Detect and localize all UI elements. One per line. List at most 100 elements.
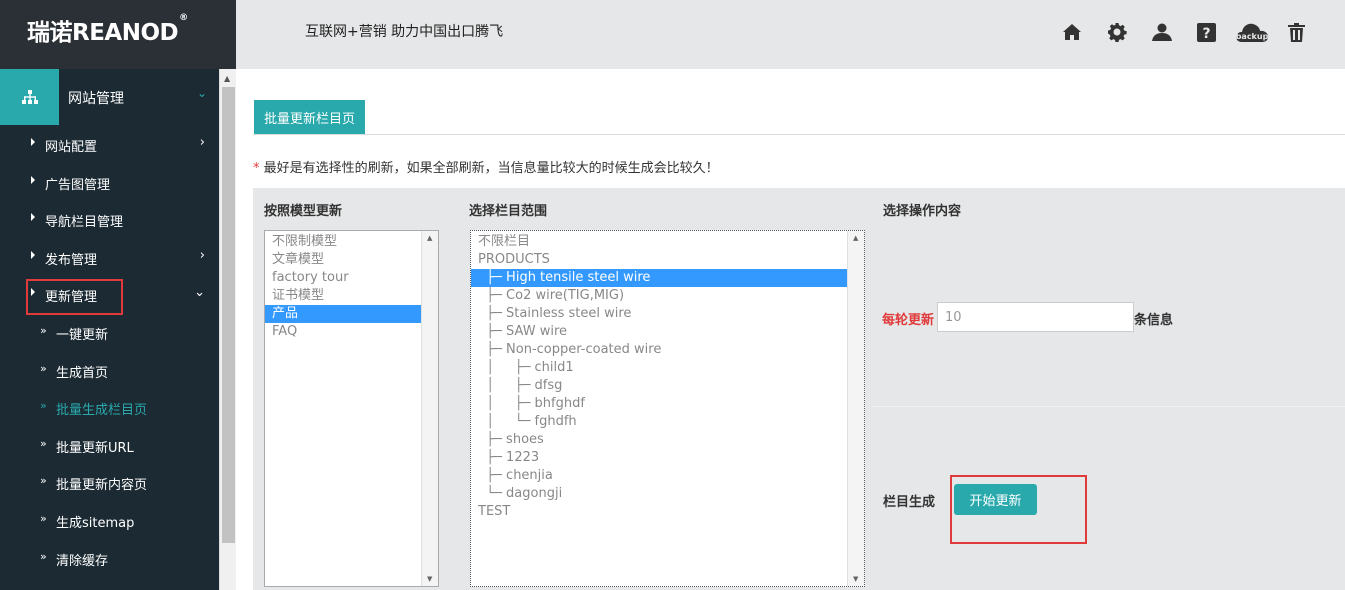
chevron-right-icon: › bbox=[199, 135, 205, 150]
category-generate-label: 栏目生成 bbox=[883, 495, 936, 510]
sidebar-subitem-label: 批量更新URL bbox=[56, 440, 134, 456]
double-arrow-icon: » bbox=[40, 511, 47, 525]
main-content: 批量更新栏目页 * 最好是有选择性的刷新，如果全部刷新，当信息量比较大的时候生成… bbox=[236, 69, 1345, 590]
scroll-down-arrow-icon[interactable]: ▼ bbox=[853, 575, 858, 583]
sidebar-subitem-batch-generate-category[interactable]: » 批量生成栏目页 bbox=[0, 388, 219, 426]
model-option[interactable]: 文章模型 bbox=[265, 251, 438, 269]
double-arrow-icon: » bbox=[40, 323, 47, 337]
category-option[interactable]: │ ├─ bhfghdf bbox=[471, 395, 864, 413]
slogan: 互联网+营销 助力中国出口腾飞 bbox=[305, 24, 504, 40]
caret-right-icon bbox=[31, 213, 35, 222]
sidebar-item-nav-management[interactable]: 导航栏目管理 bbox=[0, 200, 219, 238]
top-bar: 瑞诺REANOD® 互联网+营销 助力中国出口腾飞 ? backup bbox=[0, 0, 1345, 69]
scroll-up-arrow-icon[interactable]: ▲ bbox=[224, 74, 230, 83]
double-arrow-icon: » bbox=[40, 474, 47, 488]
category-select-list[interactable]: 不限栏目 PRODUCTS ├─ High tensile steel wire … bbox=[470, 230, 865, 587]
model-option[interactable]: FAQ bbox=[265, 323, 438, 341]
top-icon-bar: ? backup bbox=[1049, 18, 1319, 46]
category-option[interactable]: ├─ 1223 bbox=[471, 449, 864, 467]
model-select-list[interactable]: 不限制模型 文章模型 factory tour 证书模型 产品 FAQ ▲ ▼ bbox=[264, 230, 439, 587]
svg-text:?: ? bbox=[1202, 26, 1210, 42]
column-header-model: 按照模型更新 bbox=[264, 204, 343, 219]
scrollbar-thumb[interactable] bbox=[222, 87, 235, 543]
caret-right-icon bbox=[31, 138, 35, 146]
sidebar-item-publish-management[interactable]: 发布管理 › bbox=[0, 238, 219, 276]
category-option[interactable]: ├─ Stainless steel wire bbox=[471, 305, 864, 323]
category-option[interactable]: PRODUCTS bbox=[471, 251, 864, 269]
category-option[interactable]: ├─ High tensile steel wire bbox=[471, 269, 864, 287]
double-arrow-icon: » bbox=[40, 549, 47, 563]
category-option[interactable]: ├─ Non-copper-coated wire bbox=[471, 341, 864, 359]
chevron-right-icon: › bbox=[199, 247, 205, 263]
operation-divider bbox=[873, 406, 1345, 407]
double-arrow-icon: » bbox=[40, 436, 47, 450]
per-round-suffix: 条信息 bbox=[1134, 313, 1174, 328]
caret-right-icon bbox=[31, 175, 35, 184]
sidebar-subitem-clear-cache[interactable]: » 清除缓存 bbox=[0, 539, 219, 577]
required-star: * bbox=[253, 161, 260, 176]
sidebar-subitem-label: 清除缓存 bbox=[56, 553, 109, 569]
column-header-operation: 选择操作内容 bbox=[883, 204, 962, 219]
sidebar-subitem-generate-homepage[interactable]: » 生成首页 bbox=[0, 351, 219, 389]
help-icon[interactable]: ? bbox=[1184, 18, 1229, 46]
sidebar-item-banner-management[interactable]: 广告图管理 bbox=[0, 163, 219, 201]
notice-message: 最好是有选择性的刷新，如果全部刷新，当信息量比较大的时候生成会比较久！ bbox=[263, 161, 719, 176]
sidebar-subitem-label: 生成sitemap bbox=[56, 515, 135, 531]
model-option[interactable]: factory tour bbox=[265, 269, 438, 287]
backup-label: backup bbox=[1235, 32, 1268, 41]
sidebar-header-website-management[interactable]: 网站管理 ⌄ bbox=[0, 69, 219, 125]
logo-text: 瑞诺REANOD bbox=[27, 20, 179, 46]
sidebar-scrollbar[interactable]: ▲ bbox=[219, 69, 236, 590]
sidebar-subitem-batch-update-url[interactable]: » 批量更新URL bbox=[0, 426, 219, 464]
scroll-up-arrow-icon[interactable]: ▲ bbox=[853, 234, 858, 242]
category-option[interactable]: │ ├─ dfsg bbox=[471, 377, 864, 395]
tab-divider bbox=[253, 134, 1345, 135]
model-option[interactable]: 证书模型 bbox=[265, 287, 438, 305]
category-option[interactable]: │ └─ fghdfh bbox=[471, 413, 864, 431]
category-list-scrollbar[interactable]: ▲ ▼ bbox=[847, 231, 864, 586]
highlight-box-start-button bbox=[950, 475, 1087, 544]
column-header-category-range: 选择栏目范围 bbox=[469, 204, 548, 219]
sidebar-item-label: 广告图管理 bbox=[45, 177, 111, 193]
home-icon[interactable] bbox=[1049, 18, 1094, 46]
model-option[interactable]: 不限制模型 bbox=[265, 233, 438, 251]
sidebar-item-label: 发布管理 bbox=[45, 252, 98, 268]
sidebar: 网站管理 ⌄ 网站配置 › 广告图管理 导航栏目管理 发布管理 › 更新管理 ⌄… bbox=[0, 69, 219, 590]
category-option[interactable]: └─ dagongji bbox=[471, 485, 864, 503]
sidebar-item-site-config[interactable]: 网站配置 › bbox=[0, 125, 219, 163]
tab-batch-update-category[interactable]: 批量更新栏目页 bbox=[254, 100, 365, 135]
sidebar-subitem-label: 批量更新内容页 bbox=[56, 478, 148, 494]
category-option[interactable]: ├─ Co2 wire(TIG,MIG) bbox=[471, 287, 864, 305]
sidebar-item-label: 导航栏目管理 bbox=[45, 215, 124, 231]
registered-mark: ® bbox=[179, 13, 188, 24]
sidebar-subitem-label: 一键更新 bbox=[56, 327, 109, 343]
double-arrow-icon: » bbox=[40, 399, 47, 413]
category-option[interactable]: TEST bbox=[471, 503, 864, 521]
logo[interactable]: 瑞诺REANOD® bbox=[27, 13, 188, 47]
scroll-up-arrow-icon[interactable]: ▲ bbox=[427, 234, 432, 242]
scroll-down-arrow-icon[interactable]: ▼ bbox=[427, 575, 432, 583]
backup-cloud-icon[interactable]: backup bbox=[1229, 18, 1274, 46]
category-option[interactable]: 不限栏目 bbox=[471, 233, 864, 251]
sidebar-subitem-generate-sitemap[interactable]: » 生成sitemap bbox=[0, 501, 219, 539]
per-round-input[interactable] bbox=[937, 302, 1134, 332]
category-option[interactable]: ├─ shoes bbox=[471, 431, 864, 449]
sidebar-subitem-one-click-update[interactable]: » 一键更新 bbox=[0, 313, 219, 351]
category-option[interactable]: ├─ chenjia bbox=[471, 467, 864, 485]
trash-icon[interactable] bbox=[1274, 18, 1319, 46]
notice-text: * 最好是有选择性的刷新，如果全部刷新，当信息量比较大的时候生成会比较久！ bbox=[253, 157, 719, 176]
sidebar-subitem-label: 批量生成栏目页 bbox=[56, 403, 148, 419]
per-round-label: 每轮更新 bbox=[882, 313, 935, 328]
update-panel: 按照模型更新 选择栏目范围 选择操作内容 不限制模型 文章模型 factory to… bbox=[253, 188, 1345, 590]
chevron-down-icon: ⌄ bbox=[196, 86, 207, 100]
user-icon[interactable] bbox=[1139, 18, 1184, 46]
sidebar-subitem-batch-update-content[interactable]: » 批量更新内容页 bbox=[0, 463, 219, 501]
chevron-down-icon: ⌄ bbox=[194, 285, 205, 301]
gear-icon[interactable] bbox=[1094, 18, 1139, 46]
category-option[interactable]: ├─ SAW wire bbox=[471, 323, 864, 341]
category-option[interactable]: │ ├─ child1 bbox=[471, 359, 864, 377]
model-option[interactable]: 产品 bbox=[265, 305, 438, 323]
sidebar-subitem-label: 生成首页 bbox=[56, 365, 109, 381]
highlight-box-update-management bbox=[26, 279, 123, 315]
model-list-scrollbar[interactable]: ▲ ▼ bbox=[421, 231, 438, 586]
